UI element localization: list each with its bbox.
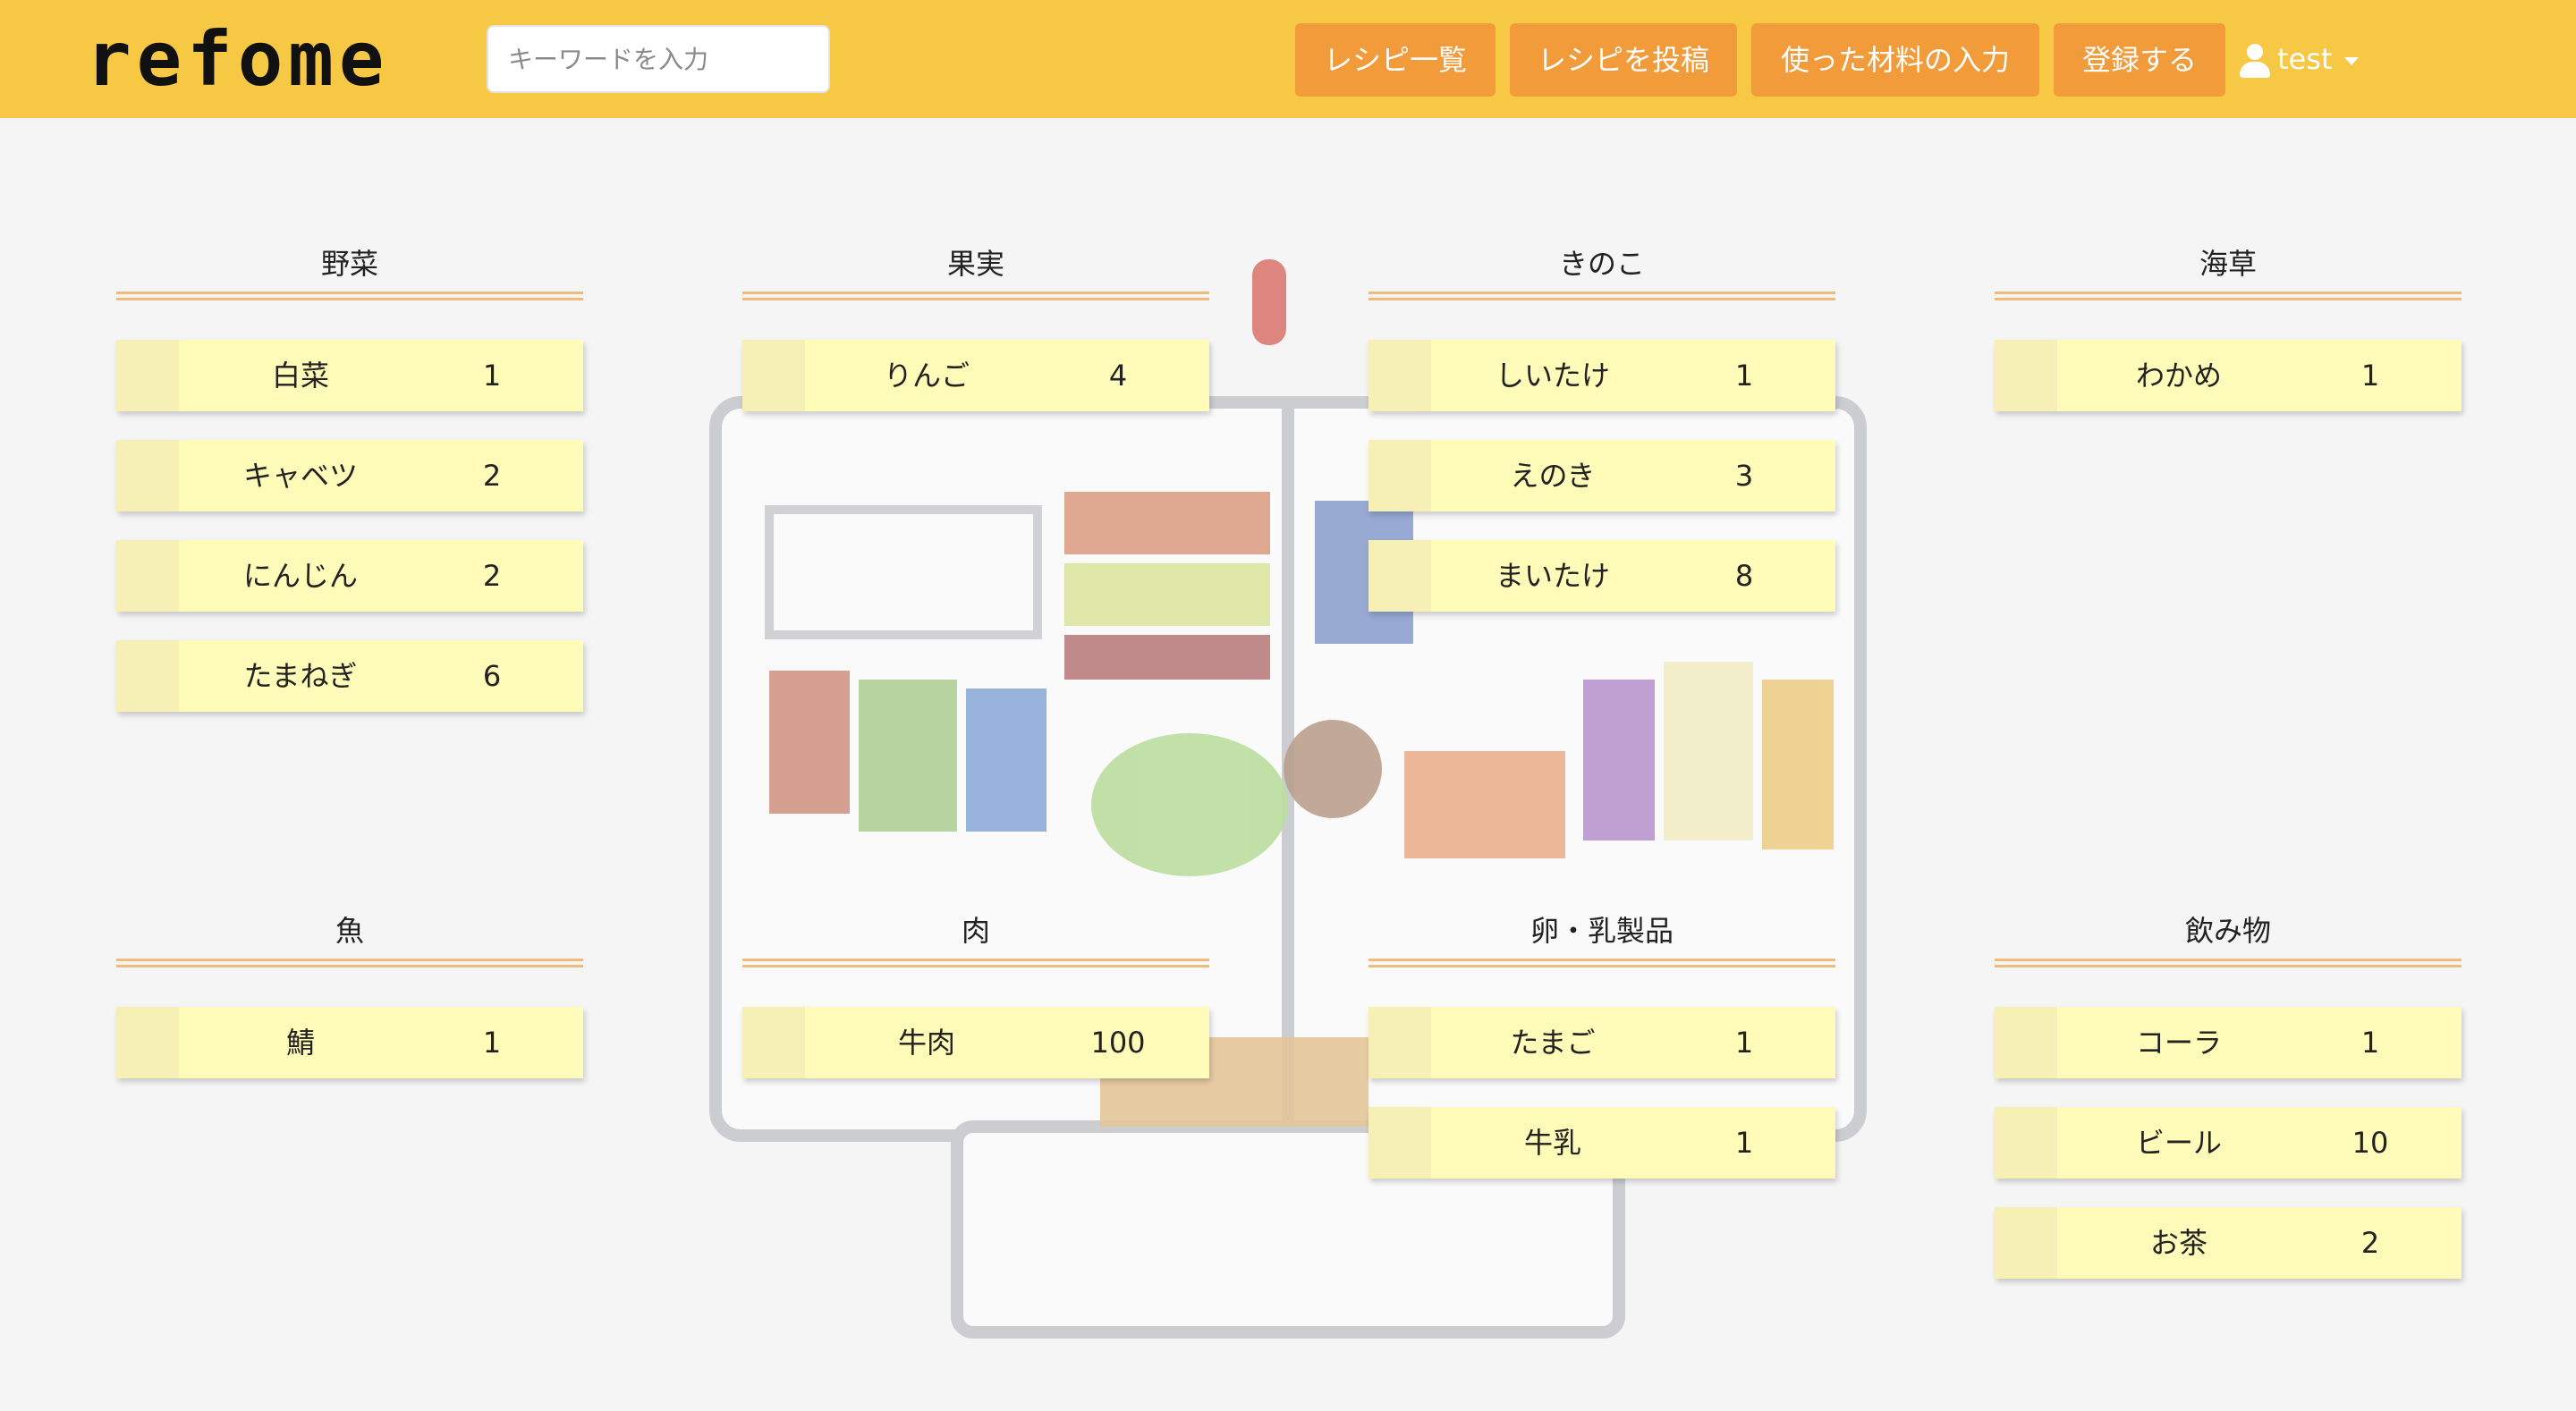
user-name: test [2277, 42, 2333, 76]
ingredient-name: たまご [1510, 1026, 1596, 1060]
divider [116, 291, 583, 300]
ingredient-item[interactable]: たまご 1 [1368, 1007, 1835, 1078]
logo[interactable]: refome [86, 21, 389, 97]
divider [1995, 959, 2462, 967]
register-button[interactable]: 登録する [2054, 23, 2225, 97]
ingredient-name: ビール [2135, 1126, 2222, 1160]
ingredient-item[interactable]: 牛肉 100 [742, 1007, 1209, 1078]
category-fruits: 果実 りんご 4 [742, 240, 1209, 440]
category-title: 魚 [335, 914, 364, 948]
ingredient-name: えのき [1510, 459, 1596, 493]
ingredient-quantity: 2 [482, 459, 502, 493]
ingredient-name: りんご [883, 359, 970, 393]
ingredient-name: 白菜 [271, 359, 329, 393]
category-title: 飲み物 [2184, 914, 2271, 948]
ingredient-name: 鯖 [285, 1026, 315, 1060]
ingredient-quantity: 1 [2360, 1026, 2380, 1060]
ingredient-item[interactable]: 白菜 1 [116, 340, 583, 411]
ingredient-name: コーラ [2135, 1026, 2222, 1060]
category-mushrooms: きのこ しいたけ 1 えのき 3 まいたけ 8 [1368, 240, 1835, 640]
ingredient-name: 牛肉 [897, 1026, 955, 1060]
ingredient-quantity: 2 [2360, 1226, 2380, 1260]
ingredient-quantity: 1 [1734, 1026, 1754, 1060]
ingredient-item[interactable]: コーラ 1 [1995, 1007, 2462, 1078]
ingredient-quantity: 3 [1734, 459, 1754, 493]
category-title: 野菜 [320, 247, 378, 281]
caret-down-icon [2344, 56, 2360, 65]
ingredient-item[interactable]: たまねぎ 6 [116, 640, 583, 712]
ingredient-item[interactable]: えのき 3 [1368, 440, 1835, 511]
category-title: 肉 [961, 914, 990, 948]
ingredient-name: しいたけ [1495, 359, 1610, 393]
ingredient-name: たまねぎ [243, 659, 358, 693]
divider [742, 291, 1209, 300]
navbar: refome レシピ一覧 レシピを投稿 使った材料の入力 登録する test [0, 0, 2576, 118]
category-vegetables: 野菜 白菜 1 キャベツ 2 にんじん 2 たまねぎ 6 [116, 240, 583, 740]
ingredient-name: 牛乳 [1523, 1126, 1581, 1160]
divider [1368, 291, 1835, 300]
category-drinks: 飲み物 コーラ 1 ビール 10 お茶 2 [1995, 907, 2462, 1307]
category-seaweed: 海草 わかめ 1 [1995, 240, 2462, 440]
user-menu[interactable]: test [2240, 32, 2360, 86]
ingredient-quantity: 1 [1734, 359, 1754, 393]
ingredient-quantity: 1 [1734, 1126, 1754, 1160]
ingredient-item[interactable]: わかめ 1 [1995, 340, 2462, 411]
used-ingredients-button[interactable]: 使った材料の入力 [1751, 23, 2039, 97]
search-input[interactable] [487, 25, 830, 93]
ingredient-quantity: 6 [482, 659, 502, 693]
ingredient-item[interactable]: 牛乳 1 [1368, 1107, 1835, 1179]
divider [742, 959, 1209, 967]
divider [116, 959, 583, 967]
ingredient-item[interactable]: お茶 2 [1995, 1207, 2462, 1279]
category-meat: 肉 牛肉 100 [742, 907, 1209, 1107]
ingredient-quantity: 1 [2360, 359, 2380, 393]
user-icon [2240, 44, 2270, 78]
category-title: 果実 [946, 247, 1004, 281]
category-eggs-dairy: 卵・乳製品 たまご 1 牛乳 1 [1368, 907, 1835, 1207]
ingredient-item[interactable]: まいたけ 8 [1368, 540, 1835, 612]
ingredient-quantity: 4 [1108, 359, 1128, 393]
ingredient-item[interactable]: しいたけ 1 [1368, 340, 1835, 411]
ingredient-item[interactable]: キャベツ 2 [116, 440, 583, 511]
ingredient-name: わかめ [2135, 359, 2222, 393]
ingredient-name: にんじん [242, 559, 358, 593]
category-fish: 魚 鯖1 [116, 907, 583, 1107]
ingredient-quantity: 2 [482, 559, 502, 593]
divider [1995, 291, 2462, 300]
ingredient-quantity: 1 [482, 1026, 502, 1060]
category-title: きのこ [1558, 247, 1645, 281]
ingredient-item[interactable]: 鯖1 [116, 1007, 583, 1078]
ingredient-item[interactable]: にんじん 2 [116, 540, 583, 612]
category-title: 卵・乳製品 [1530, 914, 1674, 948]
ingredient-item[interactable]: りんご 4 [742, 340, 1209, 411]
ingredient-quantity: 1 [482, 359, 502, 393]
ingredient-item[interactable]: ビール 10 [1995, 1107, 2462, 1179]
ingredient-quantity: 100 [1090, 1026, 1146, 1060]
ingredient-quantity: 10 [2351, 1126, 2389, 1160]
category-title: 海草 [2199, 247, 2257, 281]
ingredient-name: まいたけ [1495, 559, 1610, 593]
ingredient-quantity: 8 [1734, 559, 1754, 593]
ingredient-name: キャベツ [242, 459, 358, 493]
divider [1368, 959, 1835, 967]
post-recipe-button[interactable]: レシピを投稿 [1510, 23, 1737, 97]
ingredient-name: お茶 [2149, 1226, 2207, 1260]
recipe-list-button[interactable]: レシピ一覧 [1295, 23, 1496, 97]
